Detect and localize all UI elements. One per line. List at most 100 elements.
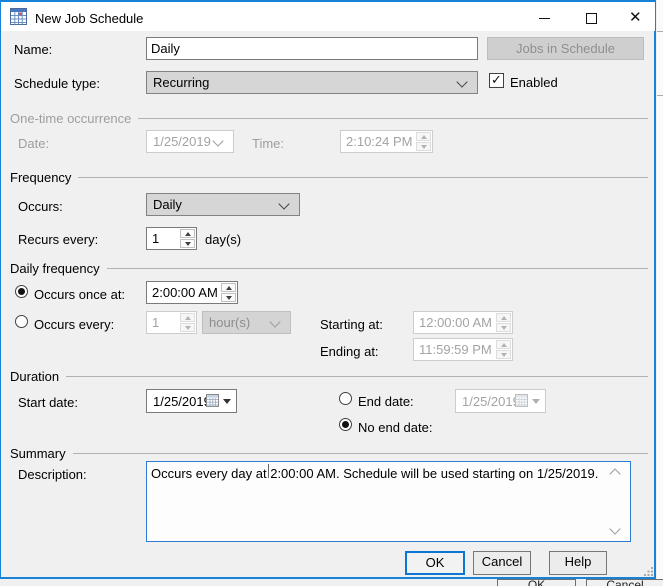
start-date-picker[interactable]: 1/25/2019: [146, 389, 237, 413]
frequency-group-header: Frequency: [10, 170, 648, 185]
spinner-buttons: [180, 313, 195, 332]
description-text: Occurs every day at 2:00:00 AM. Schedule…: [151, 466, 598, 481]
starting-at-spinner: 12:00:00 AM: [413, 311, 513, 334]
spin-up-button: [416, 132, 431, 141]
chevron-down-icon: [278, 198, 289, 209]
ending-at-value: 11:59:59 PM: [419, 342, 492, 357]
arrow-up-icon: [226, 286, 232, 290]
duration-group-header: Duration: [10, 369, 648, 384]
description-label: Description:: [18, 467, 87, 482]
occurs-dropdown[interactable]: Daily: [146, 193, 300, 216]
arrow-down-icon: [226, 296, 232, 300]
occurs-every-value: 1: [152, 315, 159, 330]
recurs-every-spinner[interactable]: 1: [146, 227, 197, 250]
ok-button[interactable]: OK: [405, 551, 465, 575]
chevron-down-icon: [456, 76, 467, 87]
dropdown-arrow-icon: [223, 399, 231, 404]
starting-at-label: Starting at:: [320, 317, 383, 332]
occurs-every-spinner: 1: [146, 311, 197, 334]
summary-group-header: Summary: [10, 446, 648, 461]
window-title: New Job Schedule: [35, 11, 143, 26]
schedule-type-label: Schedule type:: [14, 76, 100, 91]
one-time-occurrence-group-header: One-time occurrence: [10, 111, 648, 126]
recurs-every-label: Recurs every:: [18, 232, 98, 247]
time-label: Time:: [252, 136, 284, 151]
arrow-down-icon: [185, 326, 191, 330]
one-time-time-spinner: 2:10:24 PM: [340, 130, 433, 153]
spin-down-button: [416, 142, 431, 151]
group-divider: [78, 177, 648, 178]
spinner-buttons: [221, 283, 236, 302]
spinner-buttons: [496, 340, 511, 359]
ending-at-label: Ending at:: [320, 344, 379, 359]
spinner-buttons: [496, 313, 511, 332]
one-time-date-dropdown: 1/25/2019: [146, 130, 234, 153]
close-button[interactable]: ✕: [621, 5, 651, 31]
background-ok-button[interactable]: OK: [497, 579, 576, 586]
name-input[interactable]: [146, 37, 478, 60]
cancel-button[interactable]: Cancel: [473, 551, 531, 575]
arrow-up-icon: [185, 316, 191, 320]
daily-frequency-label: Daily frequency: [10, 261, 100, 276]
help-button[interactable]: Help: [549, 551, 607, 575]
close-icon: ✕: [629, 9, 642, 27]
spin-up-button[interactable]: [221, 283, 236, 292]
group-divider: [107, 268, 648, 269]
end-date-label: End date:: [358, 394, 414, 409]
spin-up-button[interactable]: [180, 229, 195, 238]
occurs-once-time-spinner[interactable]: 2:00:00 AM: [146, 281, 238, 304]
resize-grip[interactable]: [643, 565, 654, 576]
arrow-down-icon: [185, 242, 191, 246]
arrow-up-icon: [501, 343, 507, 347]
date-label: Date:: [18, 136, 49, 151]
arrow-up-icon: [421, 135, 427, 139]
occurs-label: Occurs:: [18, 199, 63, 214]
arrow-up-icon: [185, 232, 191, 236]
enabled-checkbox[interactable]: ✓: [489, 73, 504, 88]
maximize-icon: [586, 13, 597, 24]
description-textbox[interactable]: Occurs every day at 2:00:00 AM. Schedule…: [146, 461, 631, 542]
occurs-every-unit-dropdown: hour(s): [202, 311, 291, 334]
starting-at-value: 12:00:00 AM: [419, 315, 492, 330]
spin-down-button[interactable]: [180, 239, 195, 248]
occurs-every-unit-value: hour(s): [209, 315, 250, 330]
background-cancel-button[interactable]: Cancel: [586, 579, 663, 586]
occurs-every-radio[interactable]: [15, 315, 28, 328]
duration-label: Duration: [10, 369, 59, 384]
enabled-label: Enabled: [510, 75, 558, 90]
maximize-button[interactable]: [576, 5, 606, 31]
end-date-radio[interactable]: [339, 392, 352, 405]
summary-label: Summary: [10, 446, 66, 461]
daily-frequency-group-header: Daily frequency: [10, 261, 648, 276]
end-date-picker: 1/25/2019: [455, 389, 546, 413]
background-window-strip: OK Cancel: [0, 580, 663, 586]
minimize-button[interactable]: [529, 5, 559, 31]
recurs-every-value: 1: [152, 231, 159, 246]
group-divider: [66, 376, 648, 377]
title-bar[interactable]: New Job Schedule ✕: [1, 2, 655, 31]
calendar-icon: [206, 394, 219, 407]
schedule-type-value: Recurring: [153, 75, 209, 90]
ending-at-spinner: 11:59:59 PM: [413, 338, 513, 361]
spin-down-button: [496, 350, 511, 359]
arrow-up-icon: [501, 316, 507, 320]
group-divider: [73, 453, 648, 454]
schedule-type-dropdown[interactable]: Recurring: [146, 71, 478, 94]
no-end-date-radio[interactable]: [339, 418, 352, 431]
end-date-value: 1/25/2019: [462, 394, 520, 409]
spin-up-button: [496, 340, 511, 349]
chevron-down-icon: [212, 135, 223, 146]
checkmark-icon: ✓: [491, 72, 502, 88]
arrow-down-icon: [501, 326, 507, 330]
calendar-icon: [515, 394, 528, 407]
spin-down-button: [180, 323, 195, 332]
background-edge-mark: [657, 31, 663, 32]
occurs-once-time-value: 2:00:00 AM: [152, 285, 218, 300]
minimize-icon: [539, 18, 550, 19]
occurs-once-radio[interactable]: [15, 285, 28, 298]
group-divider: [138, 118, 648, 119]
frequency-label: Frequency: [10, 170, 71, 185]
spinner-buttons: [180, 229, 195, 248]
spin-down-button[interactable]: [221, 293, 236, 302]
start-date-label: Start date:: [18, 395, 78, 410]
